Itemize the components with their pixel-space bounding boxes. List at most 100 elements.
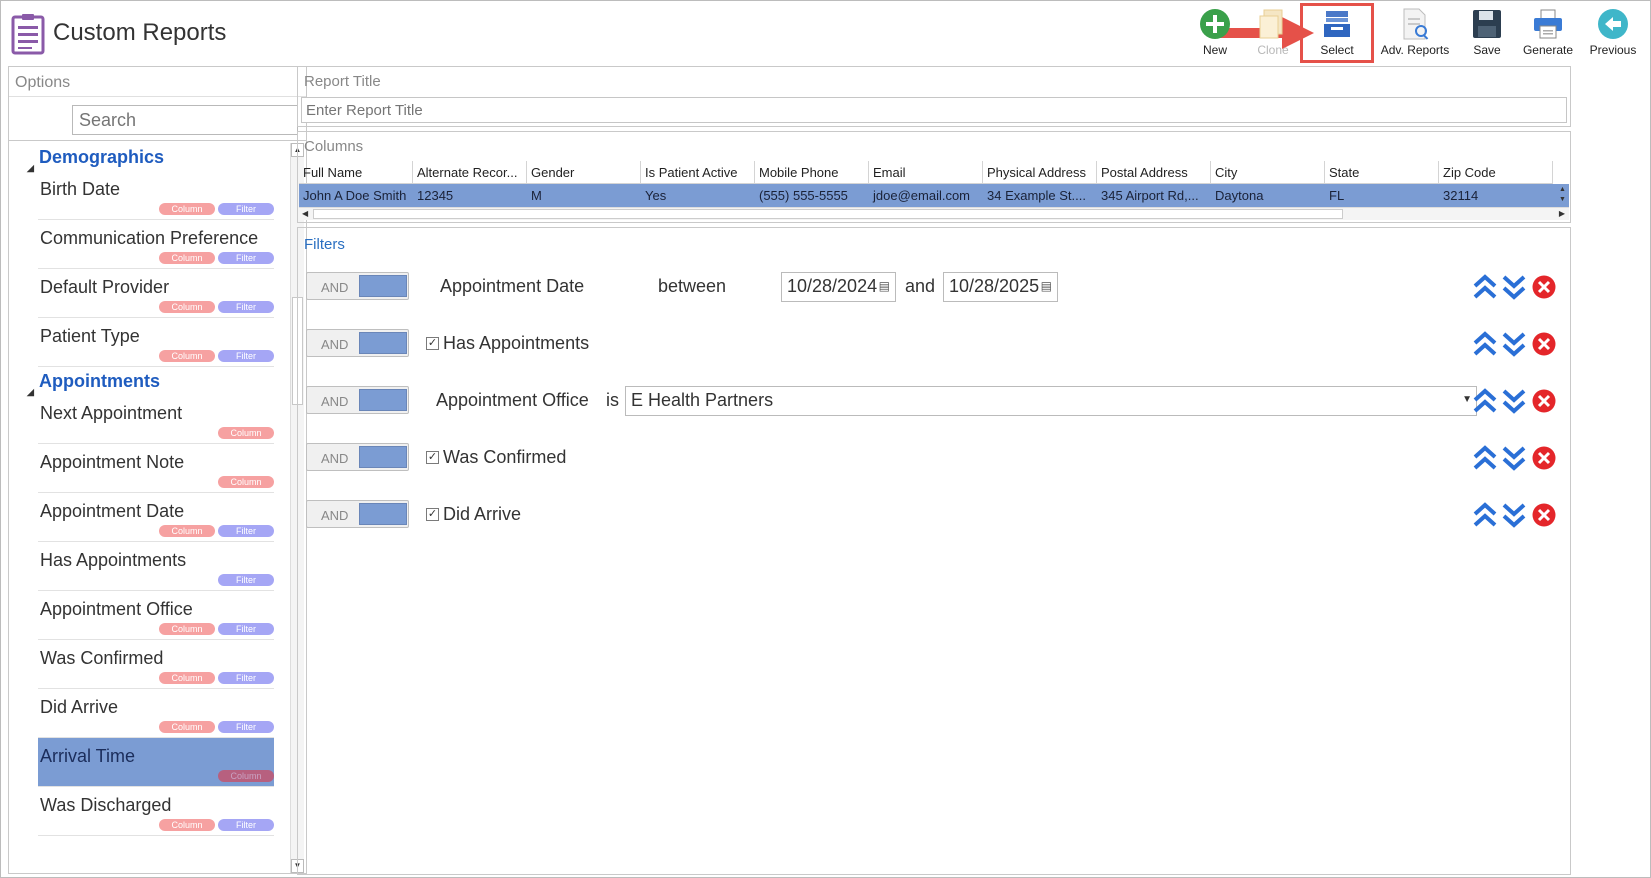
filter-tag[interactable]: Filter [218, 203, 274, 215]
and-or-toggle[interactable]: AND [306, 500, 409, 528]
grid-horizontal-scroll[interactable]: ◀ ▶ [299, 207, 1569, 220]
column-header[interactable]: Mobile Phone [755, 161, 869, 184]
option-did-arrive[interactable]: Did Arrive Column Filter [38, 689, 274, 738]
move-up-icon[interactable] [1472, 444, 1498, 472]
option-patient-type[interactable]: Patient Type Column Filter [38, 318, 274, 367]
option-next-appointment[interactable]: Next Appointment Column [38, 395, 274, 444]
move-down-icon[interactable] [1501, 330, 1527, 358]
and-or-toggle[interactable]: AND [306, 272, 409, 300]
move-down-icon[interactable] [1501, 501, 1527, 529]
grid-vertical-scroll[interactable]: ▲ ▼ [1556, 185, 1569, 208]
filter-checkbox[interactable]: ✓ [426, 451, 439, 464]
and-label: AND [321, 451, 349, 466]
filter-tag[interactable]: Filter [218, 350, 274, 362]
calendar-icon[interactable]: ▤ [1041, 279, 1052, 293]
column-header[interactable]: Postal Address [1097, 161, 1211, 184]
option-was-confirmed[interactable]: Was Confirmed Column Filter [38, 640, 274, 689]
option-appointment-date[interactable]: Appointment Date Column Filter [38, 493, 274, 542]
move-up-icon[interactable] [1472, 330, 1498, 358]
filter-tag[interactable]: Filter [218, 252, 274, 264]
calendar-icon[interactable]: ▤ [879, 279, 890, 293]
filter-tag[interactable]: Filter [218, 623, 274, 635]
column-header[interactable]: Email [869, 161, 983, 184]
table-row[interactable]: John A Doe Smith 12345 M Yes (555) 555-5… [299, 184, 1569, 207]
filter-checkbox[interactable]: ✓ [426, 337, 439, 350]
column-tag[interactable]: Column [159, 819, 215, 831]
option-birth-date[interactable]: Birth Date Column Filter [38, 171, 274, 220]
column-header[interactable]: State [1325, 161, 1439, 184]
and-or-toggle[interactable]: AND [306, 329, 409, 357]
column-header[interactable]: City [1211, 161, 1325, 184]
column-tag[interactable]: Column [159, 203, 215, 215]
save-button[interactable]: Save [1458, 5, 1516, 61]
and-or-toggle[interactable]: AND [306, 443, 409, 471]
toolbar: New Clone Select Adv. Reports Save Gener… [1186, 3, 1646, 63]
select-button[interactable]: Select [1300, 3, 1374, 63]
adv-reports-button[interactable]: Adv. Reports [1372, 5, 1458, 61]
report-title-input[interactable] [301, 97, 1567, 123]
scroll-right-icon[interactable]: ▶ [1559, 209, 1565, 218]
column-tag[interactable]: Column [159, 672, 215, 684]
option-appointment-note[interactable]: Appointment Note Column [38, 444, 274, 493]
filter-checkbox[interactable]: ✓ [426, 508, 439, 521]
option-has-appointments[interactable]: Has Appointments Filter [38, 542, 274, 591]
delete-icon[interactable] [1532, 389, 1556, 413]
and-or-toggle[interactable]: AND [306, 386, 409, 414]
scroll-left-icon[interactable]: ◀ [302, 209, 308, 218]
option-label: Default Provider [40, 277, 170, 297]
move-up-icon[interactable] [1472, 273, 1498, 301]
end-date-value: 10/28/2025 [949, 276, 1040, 296]
group-appointments[interactable]: ◢ Appointments [9, 367, 290, 397]
delete-icon[interactable] [1532, 275, 1556, 299]
column-header[interactable]: Alternate Recor... [413, 161, 527, 184]
scroll-thumb[interactable] [313, 209, 1343, 219]
table-cell: (555) 555-5555 [755, 184, 869, 207]
move-up-icon[interactable] [1472, 501, 1498, 529]
toggle-knob [359, 446, 407, 468]
option-arrival-time[interactable]: Arrival Time Column [38, 738, 274, 787]
search-input[interactable] [72, 105, 298, 135]
column-tag[interactable]: Column [218, 770, 274, 782]
group-demographics[interactable]: ◢ Demographics [9, 143, 290, 173]
filter-row-was-confirmed: AND ✓ Was Confirmed [306, 443, 1562, 473]
filter-tag[interactable]: Filter [218, 721, 274, 733]
generate-button[interactable]: Generate [1516, 5, 1580, 61]
filter-tag[interactable]: Filter [218, 525, 274, 537]
column-header[interactable]: Physical Address [983, 161, 1097, 184]
column-tag[interactable]: Column [159, 350, 215, 362]
start-date-field[interactable]: 10/28/2024 ▤ [781, 272, 896, 302]
option-appointment-office[interactable]: Appointment Office Column Filter [38, 591, 274, 640]
column-tag[interactable]: Column [159, 301, 215, 313]
and-label: AND [321, 280, 349, 295]
delete-icon[interactable] [1532, 332, 1556, 356]
column-tag[interactable]: Column [159, 252, 215, 264]
delete-icon[interactable] [1532, 446, 1556, 470]
column-tag[interactable]: Column [218, 476, 274, 488]
filter-tag[interactable]: Filter [218, 301, 274, 313]
office-select[interactable]: E Health Partners ▼ [625, 386, 1477, 416]
group-label: Appointments [39, 371, 160, 391]
column-tag[interactable]: Column [159, 525, 215, 537]
move-down-icon[interactable] [1501, 273, 1527, 301]
filter-tag[interactable]: Filter [218, 574, 274, 586]
option-communication-preference[interactable]: Communication Preference Column Filter [38, 220, 274, 269]
column-header[interactable]: Full Name [299, 161, 413, 184]
option-was-discharged[interactable]: Was Discharged Column Filter [38, 787, 274, 836]
move-down-icon[interactable] [1501, 387, 1527, 415]
end-date-field[interactable]: 10/28/2025 ▤ [943, 272, 1058, 302]
move-down-icon[interactable] [1501, 444, 1527, 472]
column-tag[interactable]: Column [159, 721, 215, 733]
column-header[interactable]: Is Patient Active [641, 161, 755, 184]
option-default-provider[interactable]: Default Provider Column Filter [38, 269, 274, 318]
clone-button[interactable]: Clone [1244, 5, 1302, 61]
delete-icon[interactable] [1532, 503, 1556, 527]
move-up-icon[interactable] [1472, 387, 1498, 415]
column-header[interactable]: Gender [527, 161, 641, 184]
filter-tag[interactable]: Filter [218, 819, 274, 831]
column-tag[interactable]: Column [218, 427, 274, 439]
previous-button[interactable]: Previous [1580, 5, 1646, 61]
column-header[interactable]: Zip Code [1439, 161, 1553, 184]
filter-tag[interactable]: Filter [218, 672, 274, 684]
column-tag[interactable]: Column [159, 623, 215, 635]
new-button[interactable]: New [1186, 5, 1244, 61]
